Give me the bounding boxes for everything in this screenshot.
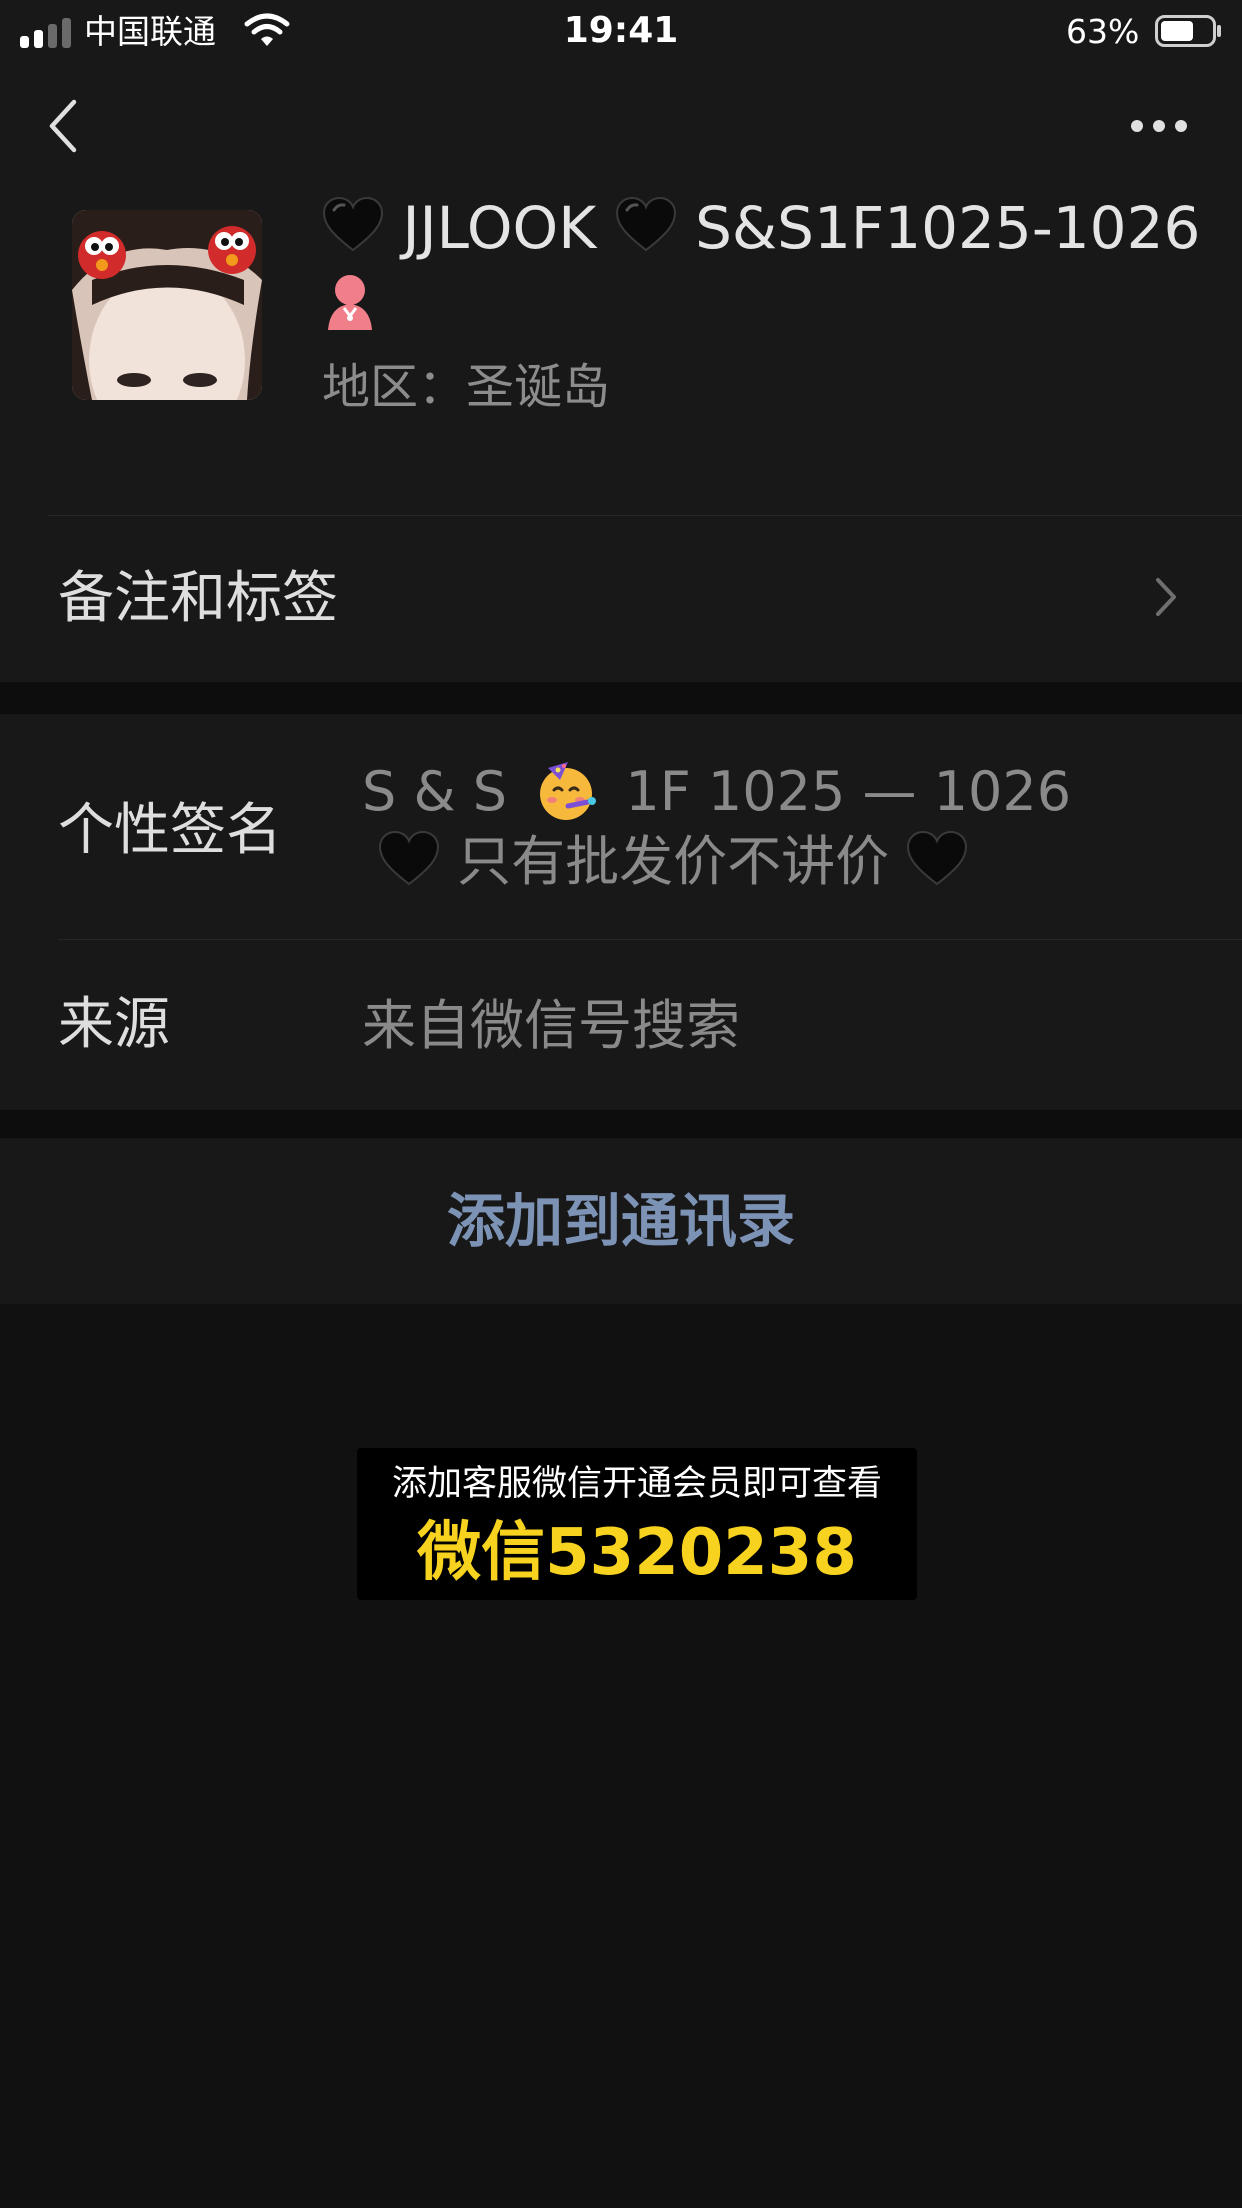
- avatar[interactable]: [72, 210, 262, 400]
- section-gap: [0, 682, 1242, 714]
- back-button[interactable]: [44, 96, 84, 156]
- signature-label: 个性签名: [58, 798, 282, 863]
- promo-wechat-id: 微信5320238: [417, 1516, 857, 1590]
- add-to-contacts-label: 添加到通讯录: [446, 1187, 795, 1255]
- status-bar: 中国联通 19:41 63%: [0, 0, 1242, 62]
- clock: 19:41: [563, 10, 679, 51]
- signature-floor: 1F 1025 — 1026: [625, 760, 1072, 823]
- profile-header: JJLOOK S&S1F1025-1026 地区：圣诞岛: [0, 62, 1242, 516]
- source-value: 来自微信号搜索: [362, 994, 740, 1057]
- battery-icon: [1155, 15, 1221, 47]
- nickname: JJLOOK S&S1F1025-1026: [322, 188, 1222, 268]
- nickname-part1: JJLOOK: [402, 194, 597, 262]
- black-heart-icon: [322, 196, 384, 252]
- signature-shop: S & S: [362, 760, 507, 823]
- party-face-emoji: [540, 762, 597, 820]
- add-to-contacts-button[interactable]: 添加到通讯录: [0, 1138, 1242, 1304]
- more-options-button[interactable]: [1130, 112, 1188, 140]
- divider: [58, 939, 1242, 940]
- girl-emoji-icon: [328, 275, 372, 330]
- source-label: 来源: [58, 992, 170, 1057]
- remark-label: 备注和标签: [58, 566, 338, 631]
- avatar-photo: [72, 210, 262, 400]
- black-heart-icon: [378, 830, 440, 886]
- promo-banner: 添加客服微信开通会员即可查看 微信5320238: [357, 1448, 917, 1600]
- signature-slogan: 只有批发价不讲价: [457, 830, 890, 893]
- black-heart-icon: [907, 830, 968, 886]
- nickname-part2: S&S1F1025-1026: [695, 194, 1201, 262]
- section-gap: [0, 1110, 1242, 1138]
- signature-line2: 只有批发价不讲价: [378, 826, 968, 898]
- battery-percent: 63%: [1066, 12, 1140, 51]
- chevron-right-icon: [1156, 578, 1176, 616]
- promo-text: 添加客服微信开通会员即可查看: [391, 1464, 882, 1504]
- region-text: 地区：圣诞岛: [322, 359, 611, 415]
- signature-line1: S & S 1F 1025 — 1026: [362, 756, 1071, 828]
- black-heart-icon: [615, 196, 676, 252]
- info-block: 个性签名 S & S 1F 1025 — 1026 只有批发价不讲价 来源 来自…: [0, 714, 1242, 1110]
- remark-and-tags-row[interactable]: 备注和标签: [0, 516, 1242, 682]
- contact-profile-screen: 中国联通 19:41 63% JJLOOK S&S1F1025-1026 地区：…: [0, 0, 1242, 2208]
